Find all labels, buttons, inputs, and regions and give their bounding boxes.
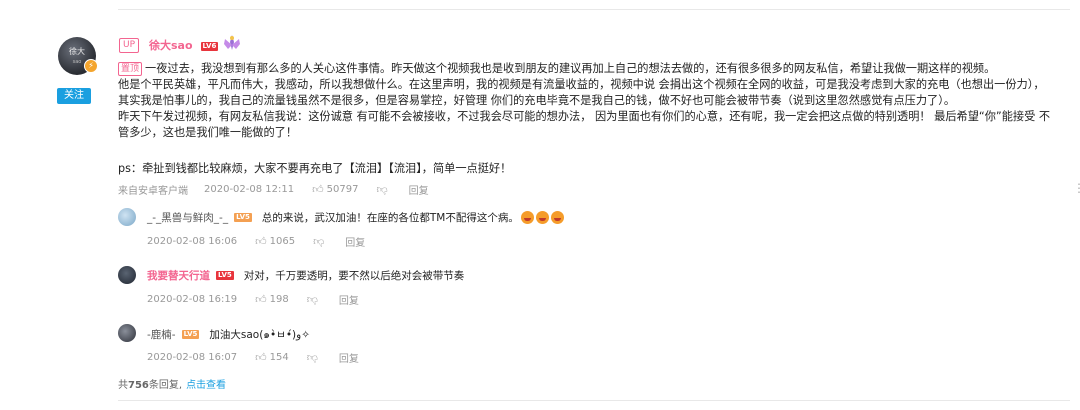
comment-meta: 来自安卓客户端 2020-02-08 12:11 👍︎ 50797 👎︎ 回复 bbox=[118, 182, 429, 197]
like-count: 154 bbox=[269, 352, 289, 363]
dislike-icon[interactable]: 👎︎ bbox=[376, 183, 387, 196]
reply-username[interactable]: -鹿楠- bbox=[147, 327, 176, 342]
username-link[interactable]: 徐大sao LV6 bbox=[149, 37, 219, 53]
top-divider bbox=[118, 9, 1070, 10]
reply-button[interactable]: 回复 bbox=[345, 234, 365, 249]
reply-text: 总的来说，武汉加油！在座的各位都TM不配得这个病。 bbox=[261, 212, 519, 224]
timestamp: 2020-02-08 16:06 bbox=[147, 236, 238, 247]
level-badge: LV6 bbox=[200, 41, 219, 51]
total-replies: 共756条回复, 点击查看 bbox=[118, 380, 227, 391]
paragraph: 一夜过去，我没想到有那么多的人关心这件事情。昨天做这个视频我也是收到朋友的建议再… bbox=[145, 62, 996, 75]
timestamp: 2020-02-08 16:19 bbox=[147, 294, 238, 305]
level-badge: LV5 bbox=[216, 271, 234, 280]
view-replies-link[interactable]: 点击查看 bbox=[186, 380, 226, 391]
reply-text: 对对，千万要透明，要不然以后绝对会被带节奏 bbox=[243, 270, 465, 282]
avatar[interactable] bbox=[118, 208, 136, 226]
reply-button[interactable]: 回复 bbox=[339, 292, 359, 307]
reply-text: 加油大sao(๑•̀ㅂ•́)و✧ bbox=[209, 329, 310, 341]
more-icon[interactable]: ⋮ bbox=[1073, 182, 1080, 194]
emoji-icon bbox=[520, 211, 534, 224]
comment-text: 置顶 一夜过去，我没想到有那么多的人关心这件事情。昨天做这个视频我也是收到朋友的建… bbox=[118, 61, 1053, 141]
source-label: 来自安卓客户端 bbox=[118, 186, 188, 197]
level-badge: LV5 bbox=[234, 213, 252, 222]
reply-count: 756 bbox=[128, 380, 149, 391]
ps-text: ps：牵扯到钱都比较麻烦，大家不要再充电了【流泪】【流泪】，简单一点挺好！ bbox=[118, 162, 512, 175]
dislike-icon[interactable]: 👎︎ bbox=[307, 293, 318, 306]
emoji-icon bbox=[535, 211, 549, 224]
follow-button[interactable]: 关注 bbox=[57, 88, 91, 104]
reply-meta: 2020-02-08 16:07 👍︎ 154 👎︎ 回复 bbox=[147, 350, 359, 365]
timestamp: 2020-02-08 12:11 bbox=[204, 184, 295, 195]
pinned-tag: 置顶 bbox=[118, 62, 143, 76]
like-count: 198 bbox=[269, 294, 289, 305]
like-icon[interactable]: 👍︎ bbox=[312, 183, 324, 196]
reply-username[interactable]: _-_黑兽与鲜肉_-_ bbox=[147, 210, 228, 225]
avatar[interactable] bbox=[118, 324, 136, 342]
decoration-icon bbox=[224, 35, 240, 50]
reply-meta: 2020-02-08 16:19 👍︎ 198 👎︎ 回复 bbox=[147, 292, 359, 307]
like-icon[interactable]: 👍︎ bbox=[255, 293, 267, 306]
reply-meta: 2020-02-08 16:06 👍︎ 1065 👎︎ 回复 bbox=[147, 234, 365, 249]
timestamp: 2020-02-08 16:07 bbox=[147, 352, 238, 363]
avatar[interactable] bbox=[118, 266, 136, 284]
verified-icon: ⚡ bbox=[84, 59, 98, 73]
dislike-icon[interactable]: 👎︎ bbox=[307, 351, 318, 364]
reply-button[interactable]: 回复 bbox=[339, 350, 359, 365]
bottom-divider bbox=[118, 400, 1070, 401]
like-count: 50797 bbox=[326, 184, 359, 195]
like-count: 1065 bbox=[269, 236, 296, 247]
paragraph: 他是个平民英雄，平凡而伟大，我感动，所以我想做什么。在这里声明，我的视频是有流量… bbox=[118, 78, 1045, 107]
emoji-icon bbox=[550, 211, 564, 224]
reply-button[interactable]: 回复 bbox=[409, 182, 429, 197]
like-icon[interactable]: 👍︎ bbox=[255, 351, 267, 364]
paragraph: 昨天下午发过视频，有网友私信我说：这份诚意 有可能不会被接收，不过我会尽可能的想… bbox=[118, 110, 1051, 139]
level-badge: LV5 bbox=[181, 330, 200, 339]
reply-username[interactable]: 我要替天行道 bbox=[147, 268, 210, 283]
dislike-icon[interactable]: 👎︎ bbox=[313, 235, 324, 248]
like-icon[interactable]: 👍︎ bbox=[255, 235, 267, 248]
up-tag: UP bbox=[119, 38, 140, 53]
